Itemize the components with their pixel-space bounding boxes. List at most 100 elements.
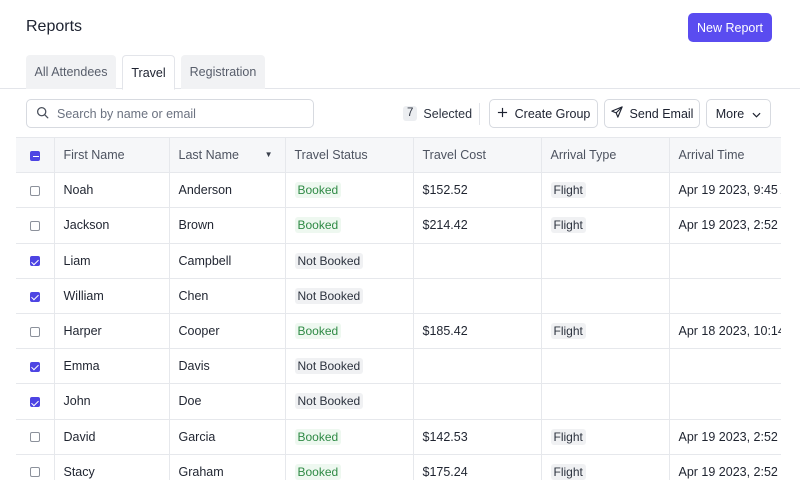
arrival-time-cell: Apr 19 2023, 2:52 P (669, 419, 781, 455)
first-name-cell: David (54, 419, 170, 455)
travel-status-cell: Not Booked (285, 243, 414, 279)
travel-status-cell: Not Booked (285, 278, 414, 314)
row-checkbox[interactable] (29, 326, 40, 337)
last-name-cell: Davis (169, 348, 286, 385)
row-select-cell (16, 313, 55, 350)
travel-cost-cell: $175.24 (413, 454, 542, 480)
arrival-time-cell (669, 243, 781, 279)
first-name-cell: Liam (54, 243, 170, 279)
tab-registration[interactable]: Registration (181, 55, 265, 89)
row-select-cell (16, 207, 55, 244)
table-row[interactable]: William Chen Not Booked (16, 278, 781, 314)
search-icon (36, 106, 49, 122)
travel-status-badge: Booked (294, 217, 342, 234)
column-header-arrival-type[interactable]: Arrival Type (541, 137, 670, 174)
row-checkbox[interactable] (29, 467, 40, 478)
last-name-cell: Campbell (169, 243, 286, 279)
row-select-cell (16, 278, 55, 314)
travel-status-badge: Booked (294, 428, 342, 445)
column-header-last-name[interactable]: Last Name ▼ (169, 137, 286, 174)
row-checkbox[interactable] (29, 185, 40, 196)
sort-down-icon[interactable]: ▼ (265, 150, 273, 159)
row-select-cell (16, 348, 55, 385)
arrival-type-badge: Flight (550, 463, 586, 480)
table-row[interactable]: Emma Davis Not Booked (16, 348, 781, 385)
table-header-row: First Name Last Name ▼ Travel Status Trav… (16, 137, 781, 174)
send-email-button[interactable]: Send Email (604, 99, 700, 128)
table-row[interactable]: Stacy Graham Booked $175.24 Flight Apr 19 202… (16, 454, 781, 480)
arrival-type-cell (541, 278, 670, 314)
first-name-cell: Jackson (54, 207, 170, 244)
table-row[interactable]: Liam Campbell Not Booked (16, 243, 781, 279)
row-checkbox[interactable] (29, 397, 40, 408)
row-checkbox[interactable] (29, 291, 40, 302)
arrival-time-cell: Apr 19 2023, 2:52 P (669, 454, 781, 480)
new-report-button[interactable]: New Report (688, 13, 772, 42)
travel-cost-cell (413, 383, 542, 420)
first-name-cell: William (54, 278, 170, 314)
chevron-down-icon (744, 107, 761, 121)
last-name-cell: Graham (169, 454, 286, 480)
travel-status-cell: Booked (285, 454, 414, 480)
row-checkbox[interactable] (29, 361, 40, 372)
table-row[interactable]: Noah Anderson Booked $152.52 Flight Apr 19 20… (16, 172, 781, 209)
first-name-cell: Harper (54, 313, 170, 350)
page-title: Reports (26, 18, 83, 35)
arrival-time-cell (669, 383, 781, 420)
first-name-cell: Emma (54, 348, 170, 385)
travel-status-cell: Booked (285, 313, 414, 350)
create-group-button[interactable]: Create Group (489, 99, 598, 128)
column-header-first-name[interactable]: First Name (54, 137, 170, 174)
travel-status-cell: Not Booked (285, 348, 414, 385)
table-toolbar: 7 Selected Create Group Send Email More (0, 89, 800, 137)
last-name-cell: Cooper (169, 313, 286, 350)
column-header-travel-cost[interactable]: Travel Cost (413, 137, 542, 174)
row-select-cell (16, 172, 55, 209)
row-select-cell (16, 383, 55, 420)
search-box[interactable] (26, 99, 314, 128)
create-group-label: Create Group (514, 106, 591, 121)
last-name-cell: Brown (169, 207, 286, 244)
search-input[interactable] (57, 106, 297, 121)
travel-status-badge: Not Booked (294, 252, 364, 269)
arrival-type-cell: Flight (541, 207, 670, 244)
report-tabs: All Attendees Travel Registration (0, 54, 800, 90)
more-label: More (715, 106, 745, 121)
row-select-cell (16, 419, 55, 455)
arrival-type-cell: Flight (541, 172, 670, 209)
tab-travel[interactable]: Travel (122, 55, 175, 90)
row-checkbox[interactable] (29, 256, 40, 267)
send-icon (610, 106, 630, 121)
travel-cost-cell: $142.53 (413, 419, 542, 455)
travel-status-badge: Not Booked (294, 393, 364, 410)
arrival-type-cell: Flight (541, 454, 670, 480)
selected-count-badge: 7 (403, 106, 418, 121)
row-select-cell (16, 454, 55, 480)
more-button[interactable]: More (706, 99, 771, 128)
selected-label: Selected (423, 106, 473, 121)
table-row[interactable]: John Doe Not Booked (16, 383, 781, 420)
row-checkbox[interactable] (29, 432, 40, 443)
column-header-travel-status[interactable]: Travel Status (285, 137, 414, 174)
travel-cost-cell (413, 348, 542, 385)
travel-status-badge: Not Booked (294, 287, 364, 304)
last-name-cell: Garcia (169, 419, 286, 455)
arrival-type-cell: Flight (541, 419, 670, 455)
row-select-cell (16, 243, 55, 279)
toolbar-divider (479, 103, 480, 125)
table-row[interactable]: Jackson Brown Booked $214.42 Flight Apr 19 20… (16, 207, 781, 244)
arrival-time-cell: Apr 19 2023, 2:52 P (669, 207, 781, 244)
select-all-cell (16, 137, 55, 174)
last-name-cell: Chen (169, 278, 286, 314)
travel-cost-cell: $152.52 (413, 172, 542, 209)
table-row[interactable]: David Garcia Booked $142.53 Flight Apr 19 202… (16, 419, 781, 455)
selection-indicator: 7 Selected (403, 106, 472, 121)
table-row[interactable]: Harper Cooper Booked $185.42 Flight Apr 18 20… (16, 313, 781, 350)
travel-status-badge: Booked (294, 323, 342, 340)
arrival-type-cell: Flight (541, 313, 670, 350)
row-checkbox[interactable] (29, 221, 40, 232)
column-header-arrival-time[interactable]: Arrival Time (669, 137, 781, 174)
travel-table: First Name Last Name ▼ Travel Status Trav… (16, 137, 781, 480)
tab-all-attendees[interactable]: All Attendees (26, 55, 116, 89)
select-all-checkbox[interactable] (29, 150, 40, 161)
